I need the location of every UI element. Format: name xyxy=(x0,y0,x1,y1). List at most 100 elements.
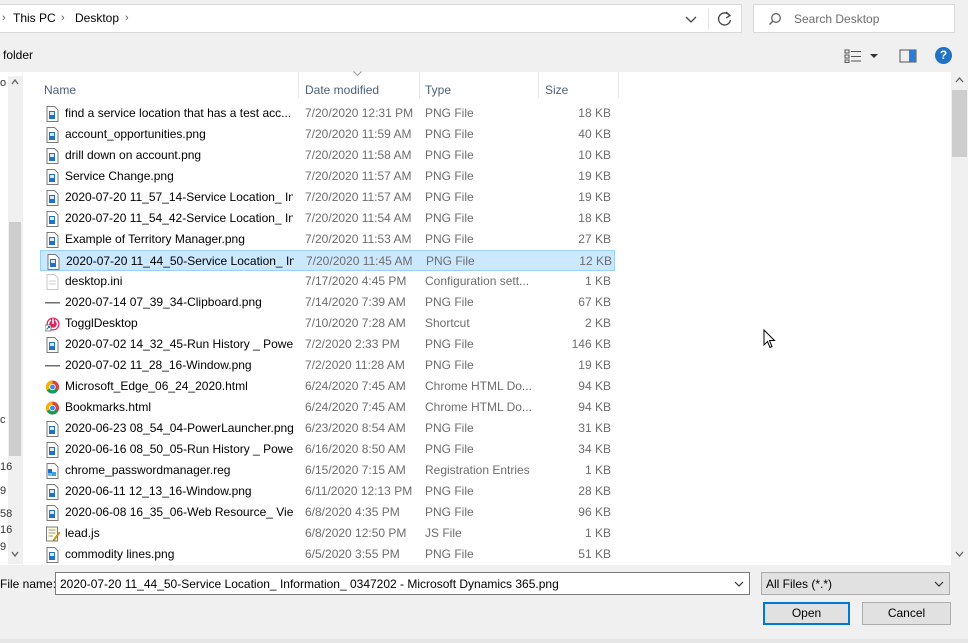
file-date-modified: 7/17/2020 4:45 PM xyxy=(305,274,407,288)
file-name-input[interactable]: 2020-07-20 11_44_50-Service Location_ In… xyxy=(60,577,559,591)
file-name: 2020-06-08 16_35_06-Web Resource_ Vie... xyxy=(65,505,293,519)
file-row[interactable]: Example of Territory Manager.png 7/20/202… xyxy=(40,229,615,250)
nav-item-fragment[interactable]: 58 xyxy=(0,508,12,520)
chevron-down-icon[interactable] xyxy=(933,578,945,590)
open-button[interactable]: Open xyxy=(763,602,850,625)
file-row[interactable]: commodity lines.png 6/5/2020 3:55 PM PNG F… xyxy=(40,544,615,565)
file-type: PNG File xyxy=(425,127,474,141)
file-row[interactable]: 2020-07-20 11_57_14-Service Location_ In… xyxy=(40,187,615,208)
file-row[interactable]: 2020-06-23 08_54_04-PowerLauncher.png 6/2… xyxy=(40,418,615,439)
nav-item-fragment[interactable]: 16 xyxy=(0,524,12,536)
file-row[interactable]: find a service location that has a test … xyxy=(40,103,615,124)
ini-file-icon xyxy=(45,274,60,290)
file-size: 94 KB xyxy=(578,379,611,393)
png-file-icon xyxy=(45,169,60,185)
view-options-dropdown-icon[interactable] xyxy=(868,51,880,61)
file-size: 51 KB xyxy=(578,547,611,561)
navigation-scrollbar-thumb[interactable] xyxy=(9,222,21,456)
column-header-name[interactable]: Name xyxy=(40,78,298,102)
file-row[interactable]: chrome_passwordmanager.reg 6/15/2020 7:15… xyxy=(40,460,615,481)
breadcrumb-desktop[interactable]: Desktop xyxy=(75,11,119,25)
file-type-select[interactable]: All Files (*.*) xyxy=(761,572,950,595)
sort-indicator-icon xyxy=(353,71,362,76)
file-date-modified: 6/5/2020 3:55 PM xyxy=(305,547,400,561)
file-name: 2020-07-02 14_32_45-Run History _ Powe..… xyxy=(65,337,293,351)
file-size: 96 KB xyxy=(578,505,611,519)
file-row[interactable]: account_opportunities.png 7/20/2020 11:59… xyxy=(40,124,615,145)
file-type-value: All Files (*.*) xyxy=(766,577,833,591)
nav-item-fragment[interactable]: 9 xyxy=(0,541,6,553)
new-folder-button[interactable]: folder xyxy=(3,48,33,62)
help-icon[interactable]: ? xyxy=(935,47,952,64)
chrome-icon xyxy=(45,379,60,395)
file-type: PNG File xyxy=(425,421,474,435)
png-file-icon xyxy=(45,337,60,353)
file-row[interactable]: 2020-06-08 16_35_06-Web Resource_ Vie...… xyxy=(40,502,615,523)
column-header-size[interactable]: Size xyxy=(539,78,619,102)
nav-item-fragment[interactable]: o xyxy=(0,77,6,89)
file-row[interactable]: 2020-06-16 08_50_05-Run History _ Powe..… xyxy=(40,439,615,460)
divider xyxy=(708,8,709,30)
file-type: PNG File xyxy=(425,358,474,372)
file-list-scrollbar-thumb[interactable] xyxy=(952,90,967,157)
js-file-icon xyxy=(45,526,61,542)
png-file-icon xyxy=(45,106,60,122)
column-header-date[interactable]: Date modified xyxy=(299,78,419,102)
file-size: 28 KB xyxy=(578,484,611,498)
file-date-modified: 7/20/2020 11:53 AM xyxy=(305,232,412,246)
file-row[interactable]: desktop.ini 7/17/2020 4:45 PM Configuratio… xyxy=(40,271,615,292)
png-file-icon xyxy=(45,127,60,143)
file-row[interactable]: 2020-07-20 11_54_42-Service Location_ In… xyxy=(40,208,615,229)
file-name-combobox[interactable]: 2020-07-20 11_44_50-Service Location_ In… xyxy=(55,572,750,595)
cancel-button[interactable]: Cancel xyxy=(862,602,951,625)
file-row[interactable]: 2020-06-11 12_13_16-Window.png 6/11/2020 … xyxy=(40,481,615,502)
file-name: account_opportunities.png xyxy=(65,127,206,141)
file-type: PNG File xyxy=(425,106,474,120)
file-size: 34 KB xyxy=(578,442,611,456)
file-row[interactable]: 2020-07-14 07_39_34-Clipboard.png 7/14/20… xyxy=(40,292,615,313)
file-date-modified: 7/20/2020 11:58 AM xyxy=(305,148,412,162)
nav-scroll-down-icon[interactable] xyxy=(10,550,20,558)
breadcrumb-chevron-icon[interactable]: › xyxy=(125,12,129,24)
nav-scroll-up-icon[interactable] xyxy=(10,78,20,86)
file-date-modified: 6/24/2020 7:45 AM xyxy=(305,379,406,393)
refresh-icon[interactable] xyxy=(716,10,734,28)
file-row[interactable]: Microsoft_Edge_06_24_2020.html 6/24/2020 … xyxy=(40,376,615,397)
address-history-dropdown-icon[interactable] xyxy=(682,13,700,27)
address-bar[interactable]: › This PC › Desktop › xyxy=(0,4,742,33)
breadcrumb-this-pc[interactable]: This PC xyxy=(13,11,56,25)
png-file-icon xyxy=(45,190,60,206)
file-row[interactable]: Service Change.png 7/20/2020 11:57 AM PNG … xyxy=(40,166,615,187)
nav-item-fragment[interactable]: 9 xyxy=(0,485,6,497)
file-row[interactable]: 2020-07-02 14_32_45-Run History _ Powe..… xyxy=(40,334,615,355)
file-size: 27 KB xyxy=(578,232,611,246)
file-row[interactable]: drill down on account.png 7/20/2020 11:58… xyxy=(40,145,615,166)
file-name: Bookmarks.html xyxy=(65,400,152,414)
view-details-icon[interactable] xyxy=(844,49,862,63)
file-row-selected[interactable]: 2020-07-20 11_44_50-Service Location_ In… xyxy=(40,250,615,271)
nav-item-fragment[interactable]: c xyxy=(0,414,6,426)
file-row[interactable]: TogglDesktop 7/10/2020 7:28 AM Shortcut 2 K… xyxy=(40,313,615,334)
file-row[interactable]: 2020-07-02 11_28_16-Window.png 7/2/2020 1… xyxy=(40,355,615,376)
file-type: PNG File xyxy=(425,211,474,225)
column-header-type[interactable]: Type xyxy=(420,78,538,102)
nav-item-fragment[interactable]: 16 xyxy=(0,461,12,473)
scroll-down-icon[interactable] xyxy=(954,550,965,558)
preview-pane-icon[interactable] xyxy=(899,48,917,64)
file-type: Registration Entries xyxy=(425,463,530,477)
breadcrumb-chevron-icon[interactable]: › xyxy=(61,12,65,24)
file-type: PNG File xyxy=(426,254,475,268)
file-date-modified: 7/2/2020 2:33 PM xyxy=(305,337,400,351)
column-divider[interactable] xyxy=(618,72,619,98)
search-placeholder[interactable]: Search Desktop xyxy=(794,12,879,26)
file-row[interactable]: Bookmarks.html 6/24/2020 7:45 AM Chrome HT… xyxy=(40,397,615,418)
file-name: 2020-06-16 08_50_05-Run History _ Powe..… xyxy=(65,442,293,456)
search-box[interactable]: Search Desktop xyxy=(753,4,955,33)
breadcrumb-chevron-icon[interactable]: › xyxy=(2,12,6,24)
file-row[interactable]: lead.js 6/8/2020 12:50 PM JS File 1 KB xyxy=(40,523,615,544)
file-name: drill down on account.png xyxy=(65,148,202,162)
file-size: 31 KB xyxy=(578,421,611,435)
chevron-down-icon[interactable] xyxy=(733,578,745,590)
scroll-up-icon[interactable] xyxy=(954,76,965,84)
file-date-modified: 6/15/2020 7:15 AM xyxy=(305,463,406,477)
